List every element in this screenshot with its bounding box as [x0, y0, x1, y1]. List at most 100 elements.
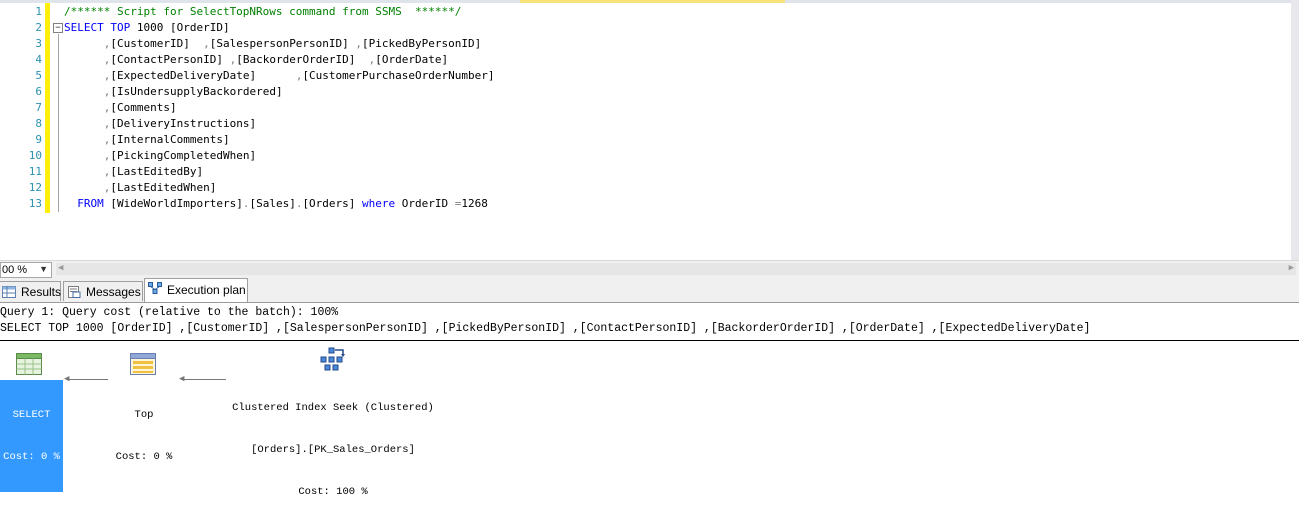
code-token: [Comments] [110, 101, 177, 114]
clustered-index-seek-icon[interactable] [319, 346, 347, 372]
scroll-left-icon[interactable]: ◀ [58, 263, 63, 273]
tab-results[interactable]: Results [0, 281, 61, 301]
code-token: FROM [77, 197, 104, 210]
line-number: 7 [35, 101, 42, 114]
outline-guide-line [58, 34, 59, 212]
query-editor[interactable]: 1 2 3 4 5 6 7 8 9 10 11 12 13 − /****** Script for S… [0, 0, 1299, 260]
zoom-dropdown[interactable]: 00 % ▼ [0, 262, 52, 278]
line-number: 10 [28, 149, 42, 162]
tab-execution-plan[interactable]: Execution plan [144, 278, 248, 302]
code-token: [IsUndersupplyBackordered] [110, 85, 283, 98]
code-line[interactable]: ,[ContactPersonID] ,[BackorderOrderID] ,… [64, 52, 448, 68]
code-token: [WideWorldImporters] [103, 197, 243, 210]
active-document-indicator [520, 0, 785, 3]
code-token: [InternalComments] [110, 133, 230, 146]
seek-node-cost: Cost: 100 % [298, 486, 368, 498]
collapse-toggle-icon[interactable]: − [53, 23, 63, 33]
arrow-head-icon: ◀ [64, 374, 70, 384]
zoom-and-scroll-bar: 00 % ▼ ◀ ▶ [0, 260, 1299, 278]
code-line[interactable]: FROM [WideWorldImporters].[Sales].[Order… [64, 196, 488, 212]
code-line[interactable]: ,[Comments] [64, 100, 177, 116]
code-token: , [203, 37, 210, 50]
results-grid-icon [2, 286, 16, 298]
arrow-head-icon: ◀ [179, 374, 185, 384]
code-token: 1268 [461, 197, 488, 210]
line-number: 12 [28, 181, 42, 194]
execution-plan-pane[interactable]: Query 1: Query cost (relative to the bat… [0, 303, 1299, 498]
code-token: /****** Script for SelectTopNRows comman… [64, 5, 462, 18]
code-line[interactable]: ,[PickingCompletedWhen] [64, 148, 256, 164]
seek-node-object: [Orders].[PK_Sales_Orders] [251, 444, 415, 456]
editor-horizontal-scrollbar[interactable]: ◀ ▶ [56, 263, 1296, 275]
line-number: 13 [28, 197, 42, 210]
line-number-gutter: 1 2 3 4 5 6 7 8 9 10 11 12 13 [0, 3, 48, 260]
code-token: OrderID [395, 197, 455, 210]
editor-vertical-scrollbar[interactable] [1291, 0, 1299, 260]
code-token: [CustomerID] [110, 37, 204, 50]
top-node-name: Top [134, 409, 154, 421]
dropdown-arrow-icon[interactable]: ▼ [39, 262, 48, 276]
line-number: 6 [35, 85, 42, 98]
code-line[interactable]: /****** Script for SelectTopNRows comman… [64, 4, 461, 20]
code-line[interactable]: ,[ExpectedDeliveryDate] ,[CustomerPurcha… [64, 68, 495, 84]
code-line[interactable]: SELECT TOP 1000 [OrderID] [64, 20, 230, 36]
code-token: [ContactPersonID] [110, 53, 230, 66]
flow-arrow-top-to-select [68, 379, 108, 380]
tab-results-label: Results [21, 285, 62, 299]
line-number: 9 [35, 133, 42, 146]
code-token: [Sales] [249, 197, 296, 210]
change-tracking-bar [45, 3, 50, 213]
results-tab-bar: Results Messages Execution plan [0, 278, 1299, 303]
code-line[interactable]: ,[LastEditedBy] [64, 164, 203, 180]
line-number: 8 [35, 117, 42, 130]
code-token: TOP [110, 21, 131, 34]
seek-node-name: Clustered Index Seek (Clustered) [232, 402, 434, 414]
top-node-label[interactable]: Top Cost: 0 % [108, 380, 180, 492]
line-number: 5 [35, 69, 42, 82]
code-line[interactable]: ,[IsUndersupplyBackordered] [64, 84, 283, 100]
code-line[interactable]: ,[InternalComments] [64, 132, 230, 148]
code-token: [LastEditedBy] [110, 165, 204, 178]
code-token: [ExpectedDeliveryDate] [110, 69, 296, 82]
code-token: [Orders] [302, 197, 363, 210]
select-node-label[interactable]: SELECT Cost: 0 % [0, 380, 63, 492]
tab-messages-label: Messages [86, 285, 141, 299]
flow-arrow-seek-to-top [184, 379, 226, 380]
code-line[interactable]: ,[CustomerID] ,[SalespersonPersonID] ,[P… [64, 36, 482, 52]
line-number: 3 [35, 37, 42, 50]
line-number: 1 [35, 5, 42, 18]
seek-node-label[interactable]: Clustered Index Seek (Clustered) [Orders… [222, 373, 444, 527]
execution-plan-icon [148, 282, 162, 294]
code-token: [OrderDate] [375, 53, 449, 66]
code-line[interactable]: ,[LastEditedWhen] [64, 180, 217, 196]
tab-messages[interactable]: Messages [63, 281, 143, 301]
select-node-name: SELECT [12, 409, 51, 421]
zoom-value: 00 % [2, 264, 28, 276]
code-token: 1000 [OrderID] [130, 21, 230, 34]
code-token: [SalespersonPersonID] [209, 37, 356, 50]
code-token: SELECT [64, 21, 104, 34]
line-number: 2 [35, 21, 42, 34]
select-operator-icon[interactable] [16, 353, 42, 375]
code-token: [PickingCompletedWhen] [110, 149, 257, 162]
top-operator-icon[interactable] [130, 353, 156, 375]
messages-icon [68, 286, 81, 298]
code-token: [CustomerPurchaseOrderNumber] [302, 69, 495, 82]
code-token: [LastEditedWhen] [110, 181, 217, 194]
plan-divider [0, 340, 1299, 341]
scroll-right-icon[interactable]: ▶ [1289, 263, 1294, 273]
line-number: 4 [35, 53, 42, 66]
code-line[interactable]: ,[DeliveryInstructions] [64, 116, 256, 132]
top-node-cost: Cost: 0 % [115, 451, 173, 463]
